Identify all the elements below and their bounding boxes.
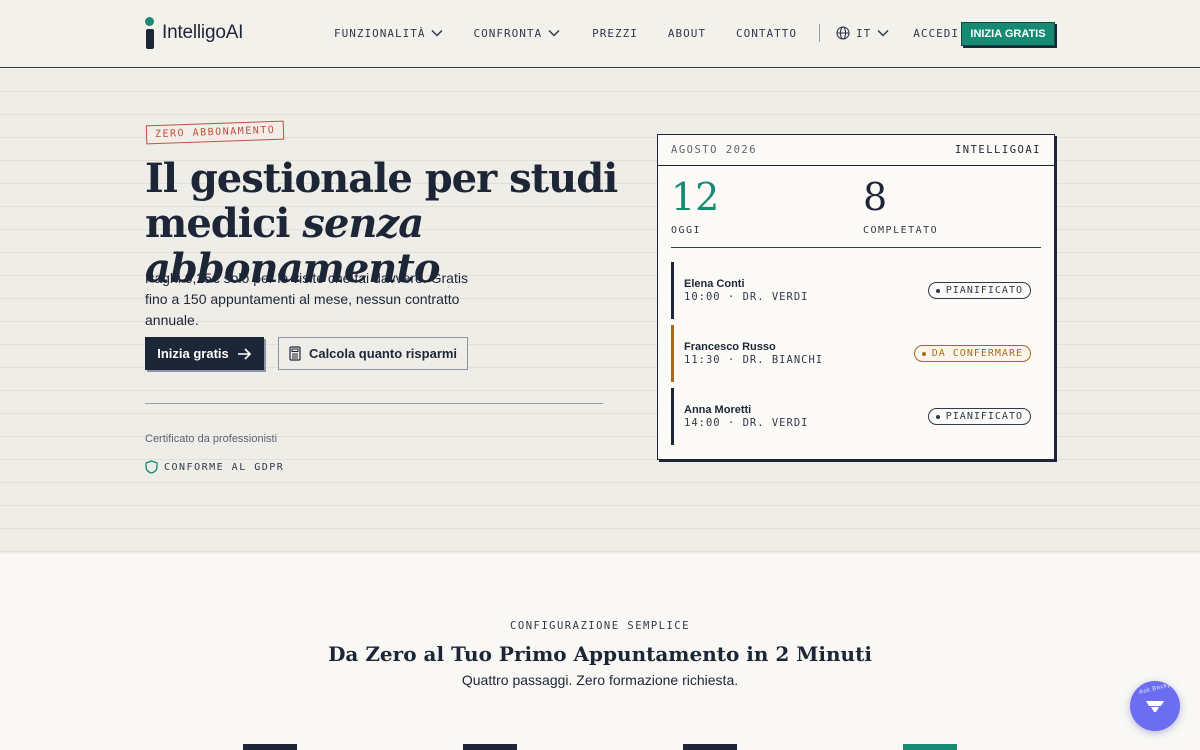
step-card — [683, 744, 737, 750]
arrow-right-icon — [237, 347, 251, 360]
nav-item-label: CONTATTO — [735, 26, 797, 40]
hero-lead: Paghi 0,25€ solo per le visite che fai d… — [145, 270, 468, 328]
ice-cream-icon — [1146, 701, 1164, 712]
chevron-down-icon — [877, 29, 889, 37]
language-label: IT — [855, 26, 872, 40]
login-link[interactable]: ACCEDI — [913, 27, 959, 40]
logo-mark-icon — [145, 17, 155, 49]
stat-today-label: OGGI — [671, 225, 702, 236]
appointment-item[interactable]: Anna Moretti 14:00 · DR. VERDI PIANIFICA… — [671, 388, 1041, 445]
status-label: DA CONFERMARE — [931, 348, 1023, 359]
site-header: IntelligoAI FUNZIONALITÀ CONFRONTA PREZZ… — [0, 0, 1200, 68]
savings-calculator-label: Calcola quanto risparmi — [308, 346, 458, 361]
chevron-down-icon — [431, 29, 444, 37]
hero-divider — [145, 403, 603, 404]
step-card — [243, 744, 297, 750]
certified-text: Certificato da professionisti — [145, 433, 278, 445]
nav-item-label: PREZZI — [592, 26, 638, 40]
status-badge: DA CONFERMARE — [913, 345, 1031, 362]
main-nav: FUNZIONALITÀ CONFRONTA PREZZI ABOUT CONT… — [334, 22, 959, 44]
nav-item-contatto[interactable]: CONTATTO — [736, 27, 797, 40]
step-card — [903, 744, 957, 750]
gdpr-badge: CONFORME AL GDPR — [145, 460, 284, 474]
patient-name: Elena Conti — [684, 278, 745, 290]
nav-item-label: FUNZIONALITÀ — [334, 26, 426, 40]
nav-item-prezzi[interactable]: PREZZI — [592, 27, 638, 40]
savings-calculator-button[interactable]: Calcola quanto risparmi — [278, 337, 468, 370]
setup-section: CONFIGURAZIONE SEMPLICE Da Zero al Tuo P… — [0, 554, 1200, 750]
chevron-down-icon — [548, 29, 560, 37]
appointment-item[interactable]: Francesco Russo 11:30 · DR. BIANCHI DA C… — [671, 325, 1041, 382]
appointment-time: 10:00 · DR. VERDI — [684, 291, 809, 303]
status-badge: PIANIFICATO — [927, 408, 1031, 425]
nav-item-confronta[interactable]: CONFRONTA — [473, 27, 560, 40]
stat-today: 12 OGGI — [671, 175, 719, 236]
status-label: PIANIFICATO — [945, 285, 1023, 296]
calculator-icon — [289, 346, 301, 361]
patient-name: Anna Moretti — [684, 404, 752, 416]
language-selector[interactable]: IT — [836, 26, 889, 40]
stat-completed: 8 COMPLETATO — [863, 175, 938, 236]
chat-widget-button[interactable]: Ask Becky — [1130, 681, 1180, 731]
globe-icon — [836, 26, 850, 40]
step-card — [463, 744, 517, 750]
card-brand: INTELLIGOAI — [954, 144, 1041, 156]
status-label: PIANIFICATO — [945, 411, 1023, 422]
nav-item-funzionalita[interactable]: FUNZIONALITÀ — [334, 26, 444, 40]
stat-today-value: 12 — [671, 175, 720, 219]
header-cta-button[interactable]: INIZIA GRATIS — [961, 22, 1055, 46]
nav-item-about[interactable]: ABOUT — [668, 27, 706, 40]
hero-title-line1: Il gestionale per studi — [145, 155, 618, 202]
section-title: Da Zero al Tuo Primo Appuntamento in 2 M… — [328, 642, 872, 666]
shield-icon — [145, 460, 158, 474]
brand-name: IntelligoAI — [162, 22, 244, 43]
brand-logo[interactable]: IntelligoAI — [145, 17, 243, 49]
login-label: ACCEDI — [913, 26, 959, 40]
stat-completed-value: 8 — [863, 175, 888, 219]
status-dot-icon — [921, 351, 926, 356]
card-divider — [671, 247, 1041, 248]
start-free-button[interactable]: Inizia gratis — [145, 337, 264, 370]
nav-item-label: ABOUT — [667, 26, 706, 40]
status-badge: PIANIFICATO — [927, 282, 1031, 299]
appointment-time: 14:00 · DR. VERDI — [684, 417, 809, 429]
nav-divider — [818, 24, 820, 42]
patient-name: Francesco Russo — [684, 341, 776, 353]
status-dot-icon — [935, 288, 940, 293]
start-free-label: Inizia gratis — [157, 346, 229, 361]
nav-item-label: CONFRONTA — [473, 26, 543, 40]
calendar-preview-card: AGOSTO 2026 INTELLIGOAI 12 OGGI 8 COMPLE… — [657, 134, 1055, 460]
section-eyebrow: CONFIGURAZIONE SEMPLICE — [510, 620, 690, 632]
section-subtitle: Quattro passaggi. Zero formazione richie… — [461, 672, 739, 688]
card-month: AGOSTO 2026 — [671, 144, 758, 156]
appointment-item[interactable]: Elena Conti 10:00 · DR. VERDI PIANIFICAT… — [671, 262, 1041, 319]
card-header: AGOSTO 2026 INTELLIGOAI — [658, 135, 1054, 166]
hero-title-line2: medici — [145, 200, 303, 247]
status-dot-icon — [935, 414, 940, 419]
stat-completed-label: COMPLETATO — [863, 225, 939, 236]
appointment-time: 11:30 · DR. BIANCHI — [684, 354, 824, 366]
gdpr-label: CONFORME AL GDPR — [164, 461, 285, 473]
